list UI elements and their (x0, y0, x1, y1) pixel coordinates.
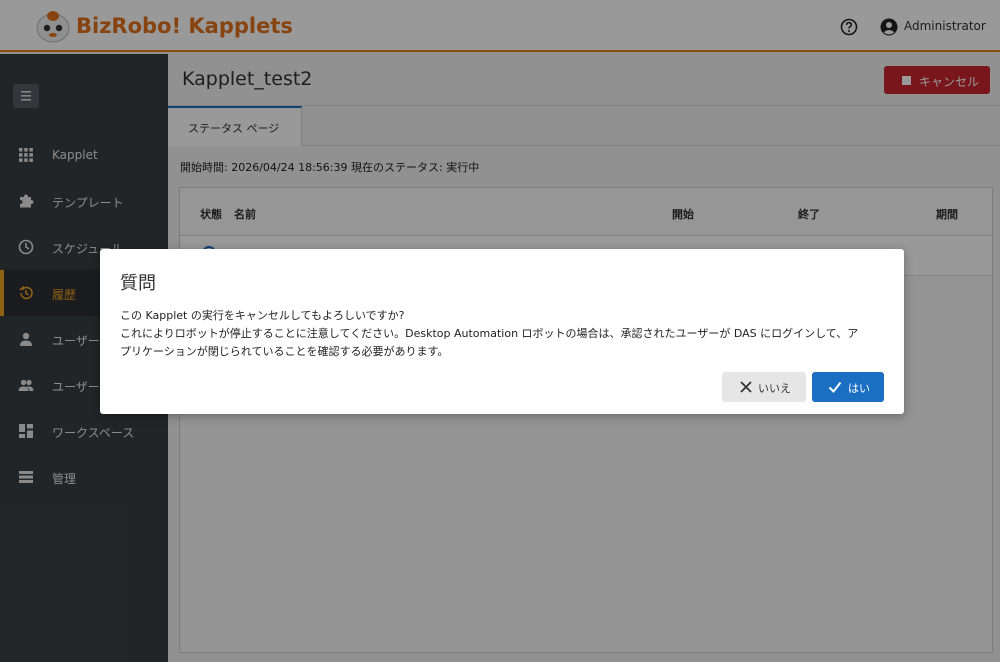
no-button[interactable]: いいえ (722, 372, 806, 402)
dialog-message-line: これによりロボットが停止することに注意してください。Desktop Automa… (120, 327, 859, 340)
dialog-message-line: この Kapplet の実行をキャンセルしてもよろしいですか? (120, 309, 405, 322)
yes-button-label: はい (848, 382, 870, 395)
no-button-label: いいえ (758, 382, 791, 395)
dialog-title: 質問 (120, 273, 156, 294)
yes-button[interactable]: はい (812, 372, 884, 402)
close-icon (740, 381, 752, 393)
check-icon (828, 381, 842, 394)
dialog-message: この Kapplet の実行をキャンセルしてもよろしいですか? これによりロボッ… (120, 307, 890, 361)
dialog-message-line: プリケーションが閉じられていることを確認する必要があります。 (120, 345, 449, 358)
